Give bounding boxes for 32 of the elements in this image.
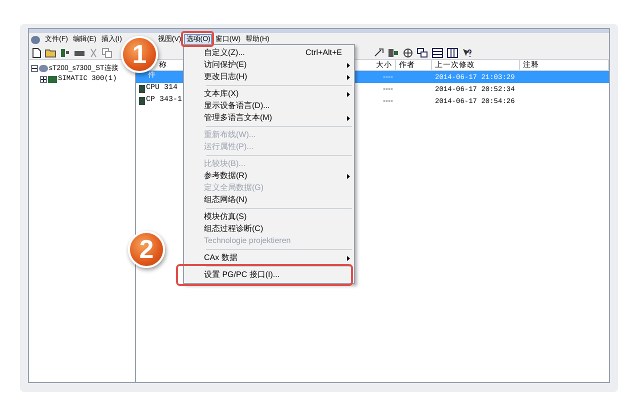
- app-icon: [31, 36, 40, 44]
- menu-item[interactable]: 文本库(X): [184, 88, 354, 100]
- menu-item[interactable]: 管理多语言文本(M): [184, 112, 354, 124]
- submenu-arrow-icon: [347, 62, 350, 68]
- collapse-toggle[interactable]: [31, 65, 38, 72]
- submenu-arrow-icon: [347, 92, 350, 96]
- menu-item[interactable]: 显示设备语言(D)...: [184, 100, 354, 112]
- highlight-frame: [181, 31, 214, 47]
- list-view-icon[interactable]: [432, 48, 443, 58]
- station-icon: [48, 76, 57, 83]
- menu-item[interactable]: 模块仿真(S): [184, 211, 354, 223]
- submenu-arrow-icon: [347, 116, 350, 120]
- menu-item[interactable]: 访问保护(E): [184, 59, 354, 71]
- submenu-arrow-icon: [347, 74, 350, 80]
- menu-item[interactable]: 参考数据(R): [184, 170, 354, 182]
- expand-toggle[interactable]: [40, 76, 47, 83]
- windows-icon[interactable]: [417, 48, 428, 58]
- menu-item[interactable]: 设置 PG/PC 接口(I)...: [184, 269, 354, 281]
- menu-item[interactable]: 组态网络(N): [184, 194, 354, 206]
- new-file-icon[interactable]: [32, 48, 41, 58]
- globe-icon[interactable]: [403, 48, 413, 58]
- network-icon[interactable]: [60, 48, 70, 58]
- project-icon: [39, 65, 48, 72]
- copy-icon[interactable]: [102, 48, 112, 58]
- menu-item[interactable]: 组态过程诊断(C): [184, 223, 354, 235]
- columns-icon[interactable]: [447, 48, 458, 58]
- submenu-arrow-icon: [347, 256, 350, 260]
- menu-item[interactable]: 自定义(Z)... Ctrl+Alt+E: [184, 47, 354, 59]
- submenu-arrow-icon: [347, 174, 350, 178]
- menu-item[interactable]: CAx 数据: [184, 252, 354, 264]
- help-icon[interactable]: [462, 48, 472, 58]
- menu-item[interactable]: 更改日志(H): [184, 71, 354, 83]
